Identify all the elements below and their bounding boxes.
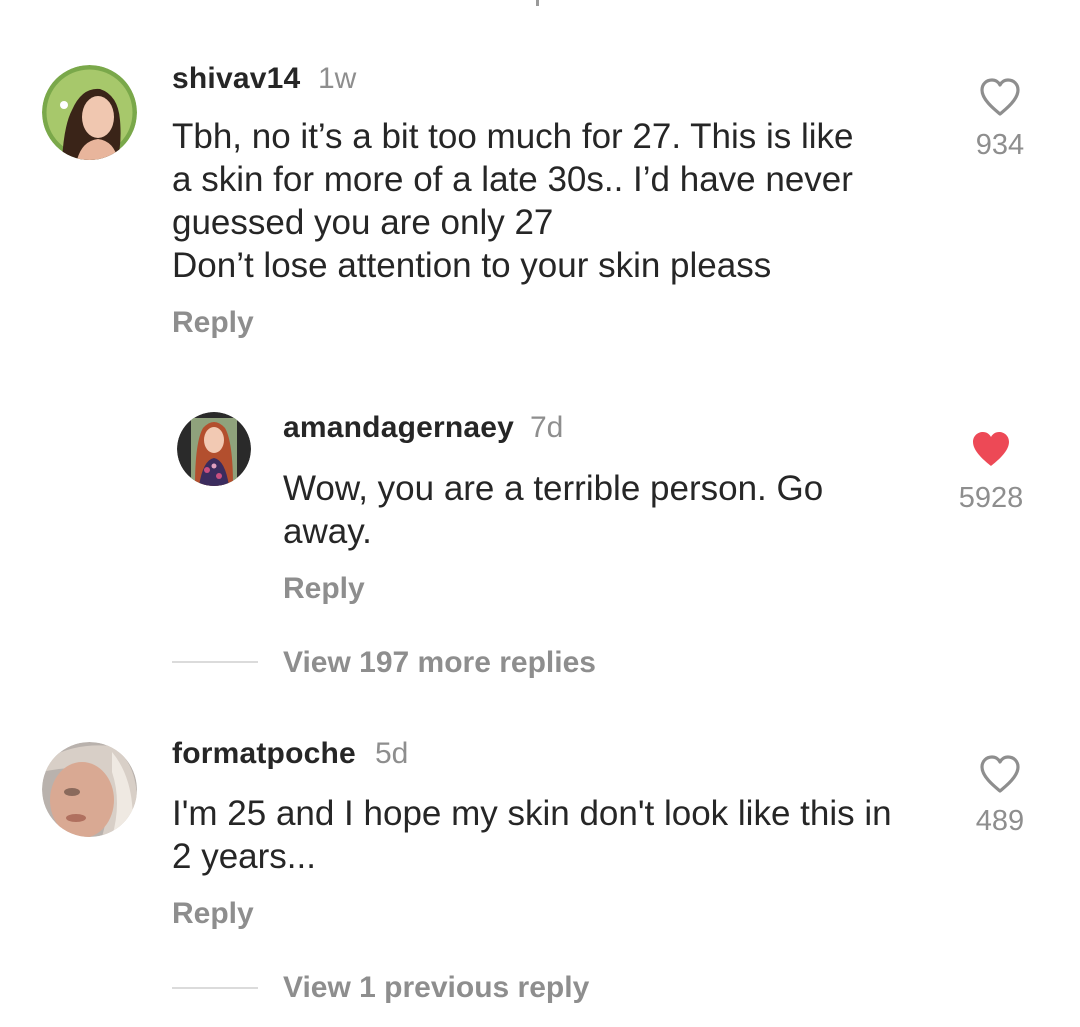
reply-button[interactable]: Reply (172, 897, 254, 931)
reply-button[interactable]: Reply (172, 306, 254, 340)
like-count: 5928 (958, 482, 1024, 514)
view-more-replies-button[interactable]: View 197 more replies (283, 646, 596, 680)
heart-filled-icon[interactable] (969, 429, 1013, 469)
comment-text-line: Don’t lose attention to your skin pleass (172, 246, 772, 285)
comment-text-line: Tbh, no it’s a bit too much for 27. This… (172, 117, 854, 156)
comment-time: 1w (318, 62, 357, 95)
comment-text-line: I'm 25 and I hope my skin don't look lik… (172, 794, 892, 833)
comment-text-line: Wow, you are a terrible person. Go (283, 469, 824, 508)
reply-button[interactable]: Reply (283, 572, 365, 606)
comment-text: Wow, you are a terrible person. Go away. (283, 467, 823, 553)
heart-outline-icon[interactable] (978, 77, 1022, 117)
comment-text-line: away. (283, 512, 372, 551)
comment-time: 5d (375, 737, 409, 770)
comment-text: I'm 25 and I hope my skin don't look lik… (172, 792, 892, 878)
avatar[interactable] (177, 412, 251, 486)
heart-outline-icon[interactable] (978, 754, 1022, 794)
comment-text: Tbh, no it’s a bit too much for 27. This… (172, 115, 854, 287)
divider-tick (536, 0, 539, 6)
view-previous-reply-button[interactable]: View 1 previous reply (283, 971, 589, 1005)
avatar[interactable] (42, 742, 137, 837)
comment-username[interactable]: formatpoche (172, 737, 356, 771)
like-count: 934 (975, 129, 1025, 161)
like-count: 489 (975, 805, 1025, 837)
avatar[interactable] (42, 65, 137, 160)
comment-text-line: 2 years... (172, 837, 316, 876)
comment-text-line: a skin for more of a late 30s.. I’d have… (172, 160, 853, 199)
view-replies-divider (172, 661, 258, 663)
comment-time: 7d (530, 411, 564, 444)
comment-text-line: guessed you are only 27 (172, 203, 554, 242)
comment-username[interactable]: shivav14 (172, 62, 300, 96)
comment-username[interactable]: amandagernaey (283, 411, 514, 445)
view-replies-divider (172, 987, 258, 989)
